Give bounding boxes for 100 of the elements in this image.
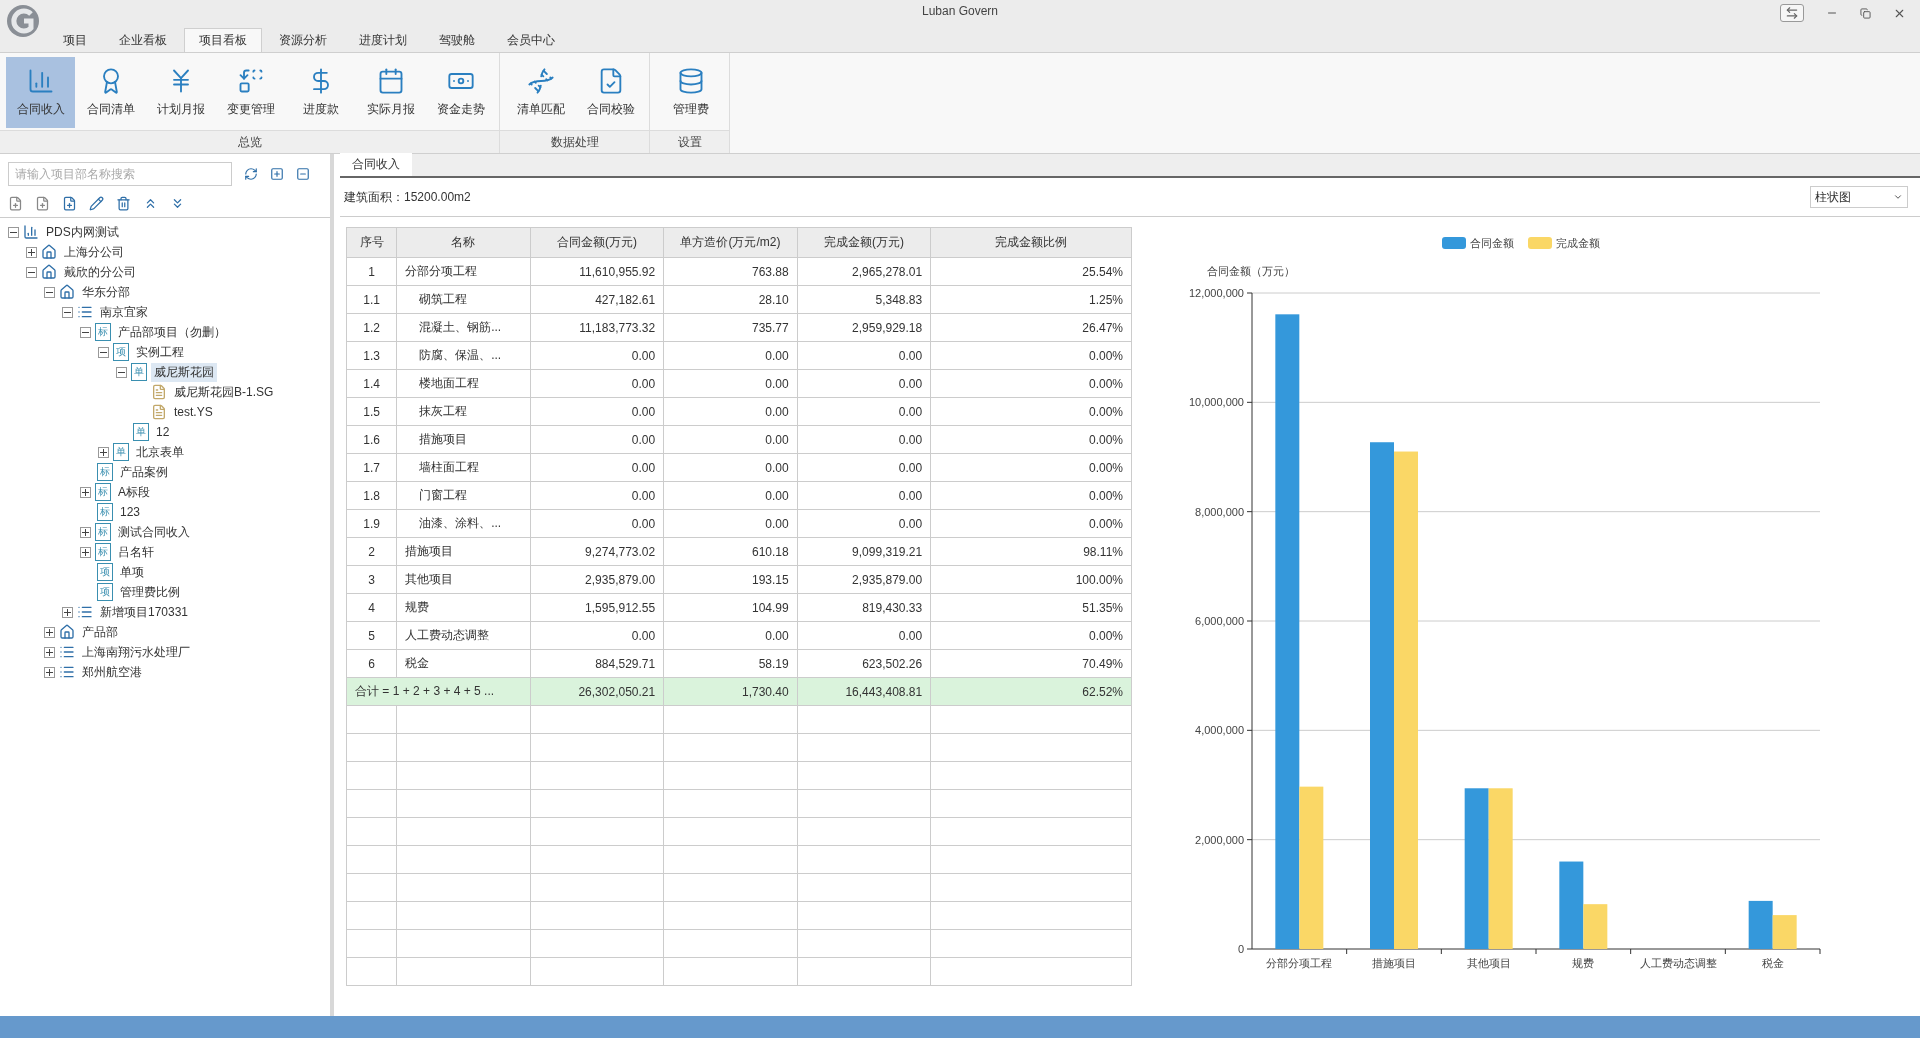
table-cell: 1.25% xyxy=(930,285,1132,314)
tree-item[interactable]: 实例工程 xyxy=(133,342,187,362)
table-cell: 9,099,319.21 xyxy=(797,537,931,566)
chart-type-select[interactable]: 柱状图 xyxy=(1810,186,1908,208)
tree-item[interactable]: 上海南翔污水处理厂 xyxy=(79,642,193,662)
expand-toggle[interactable] xyxy=(44,646,55,658)
menu-tab[interactable]: 项目 xyxy=(48,28,102,52)
axis-tick-label: 2,000,000 xyxy=(1195,833,1244,846)
expand-toggle[interactable] xyxy=(62,606,73,618)
tree-item[interactable]: 测试合同收入 xyxy=(115,522,193,542)
document-icon xyxy=(151,404,167,420)
table-cell: 合计 = 1 + 2 + 3 + 4 + 5 ... xyxy=(346,677,531,706)
ribbon-button[interactable]: 管理费 xyxy=(656,57,725,128)
ribbon-button[interactable]: 进度款 xyxy=(286,57,355,128)
tree-item[interactable]: 北京表单 xyxy=(133,442,187,462)
swap-button[interactable] xyxy=(1780,4,1804,22)
table-cell: 0.00 xyxy=(663,425,798,454)
ribbon-button[interactable]: 变更管理 xyxy=(216,57,285,128)
tree-item[interactable]: 单项 xyxy=(117,562,147,582)
tree-item[interactable]: PDS内网测试 xyxy=(43,222,122,242)
table-cell: 735.77 xyxy=(663,313,798,342)
table-cell: 104.99 xyxy=(663,593,798,622)
table-cell: 9,274,773.02 xyxy=(530,537,664,566)
ribbon-button[interactable]: 合同清单 xyxy=(76,57,145,128)
table-cell: 0.00 xyxy=(797,509,931,538)
legend-label: 完成金额 xyxy=(1556,237,1600,249)
list-icon xyxy=(59,664,75,680)
search-field[interactable]: 请输入项目部名称搜索 xyxy=(8,162,232,186)
tree-item[interactable]: 产品部项目（勿删） xyxy=(115,322,229,342)
table-cell: 0.00 xyxy=(530,341,664,370)
edit-icon[interactable] xyxy=(89,196,104,211)
table-cell: 0.00% xyxy=(930,621,1132,650)
table-cell: 2,965,278.01 xyxy=(797,257,931,286)
tree-item[interactable]: 管理费比例 xyxy=(117,582,183,602)
tree-item[interactable]: 产品部 xyxy=(79,622,121,642)
tree-item[interactable]: 吕名轩 xyxy=(115,542,157,562)
collapse-toggle[interactable] xyxy=(8,226,19,238)
ribbon-button[interactable]: 清单匹配 xyxy=(506,57,575,128)
bars-icon xyxy=(23,224,39,240)
table-cell: 0.00% xyxy=(930,341,1132,370)
tree-item[interactable]: 南京宜家 xyxy=(97,302,151,322)
house-icon xyxy=(41,264,57,280)
expand-toggle[interactable] xyxy=(26,246,37,258)
menu-tab[interactable]: 进度计划 xyxy=(344,28,422,52)
table-cell: 1.2 xyxy=(346,313,397,342)
tree-item[interactable]: 产品案例 xyxy=(117,462,171,482)
menu-tab[interactable]: 会员中心 xyxy=(492,28,570,52)
tree-item[interactable]: 郑州航空港 xyxy=(79,662,145,682)
table-cell: 58.19 xyxy=(663,649,798,678)
tree-item[interactable]: 威尼斯花园B-1.SG xyxy=(171,382,277,402)
collapse-toggle[interactable] xyxy=(62,306,73,318)
collapse-toggle[interactable] xyxy=(80,326,91,338)
tree-item[interactable]: 上海分公司 xyxy=(61,242,127,262)
collapse-toggle[interactable] xyxy=(44,286,55,298)
tree-item[interactable]: 华东分部 xyxy=(79,282,133,302)
tree-item[interactable]: 12 xyxy=(153,424,173,440)
menu-tab[interactable]: 项目看板 xyxy=(184,28,262,52)
ribbon-group-label: 设置 xyxy=(650,130,729,153)
table-cell: 2 xyxy=(346,537,397,566)
menu-tab[interactable]: 资源分析 xyxy=(264,28,342,52)
expand-toggle[interactable] xyxy=(80,546,91,558)
expand-toggle[interactable] xyxy=(80,486,91,498)
collapse-toggle[interactable] xyxy=(26,266,37,278)
tree-item[interactable]: 戴欣的分公司 xyxy=(61,262,139,282)
expand-toggle[interactable] xyxy=(44,626,55,638)
refresh-icon[interactable] xyxy=(244,167,258,181)
menu-tab[interactable]: 驾驶舱 xyxy=(424,28,490,52)
ribbon-button[interactable]: 计划月报 xyxy=(146,57,215,128)
table-cell: 1.7 xyxy=(346,453,397,482)
table-cell: 0.00% xyxy=(930,425,1132,454)
table-cell: 防腐、保温、... xyxy=(396,341,531,370)
collapse-all-icon[interactable] xyxy=(296,167,310,181)
add-document-icon[interactable] xyxy=(8,196,23,211)
delete-icon[interactable] xyxy=(116,196,131,211)
list-icon xyxy=(77,304,93,320)
tree-item[interactable]: A标段 xyxy=(115,482,153,502)
table-cell: 0.00 xyxy=(530,453,664,482)
tree-item[interactable]: 威尼斯花园 xyxy=(151,362,217,382)
node-type-badge: 单 xyxy=(113,443,129,461)
add-document-icon[interactable] xyxy=(62,196,77,211)
ribbon-button[interactable]: 合同收入 xyxy=(6,57,75,128)
collapse-toggle[interactable] xyxy=(98,346,109,358)
table-cell: 2,959,929.18 xyxy=(797,313,931,342)
ribbon-button[interactable]: 资金走势 xyxy=(426,57,495,128)
ribbon-button[interactable]: 实际月报 xyxy=(356,57,425,128)
expand-toggle[interactable] xyxy=(80,526,91,538)
tree-item[interactable]: 新增项目170331 xyxy=(97,602,192,622)
category-label: 人工费动态调整 xyxy=(1639,957,1717,969)
tree-item[interactable]: 123 xyxy=(117,504,144,520)
restore-icon[interactable] xyxy=(1860,7,1871,19)
ribbon-button[interactable]: 合同校验 xyxy=(576,57,645,128)
add-document-icon[interactable] xyxy=(35,196,50,211)
collapse-toggle[interactable] xyxy=(116,366,127,378)
column-header: 合同金额(万元) xyxy=(530,227,664,258)
menu-tab[interactable]: 企业看板 xyxy=(104,28,182,52)
document-tab[interactable]: 合同收入 xyxy=(340,153,412,176)
expand-all-icon[interactable] xyxy=(270,167,284,181)
expand-toggle[interactable] xyxy=(44,666,55,678)
expand-toggle[interactable] xyxy=(98,446,109,458)
tree-item[interactable]: test.YS xyxy=(171,404,216,420)
